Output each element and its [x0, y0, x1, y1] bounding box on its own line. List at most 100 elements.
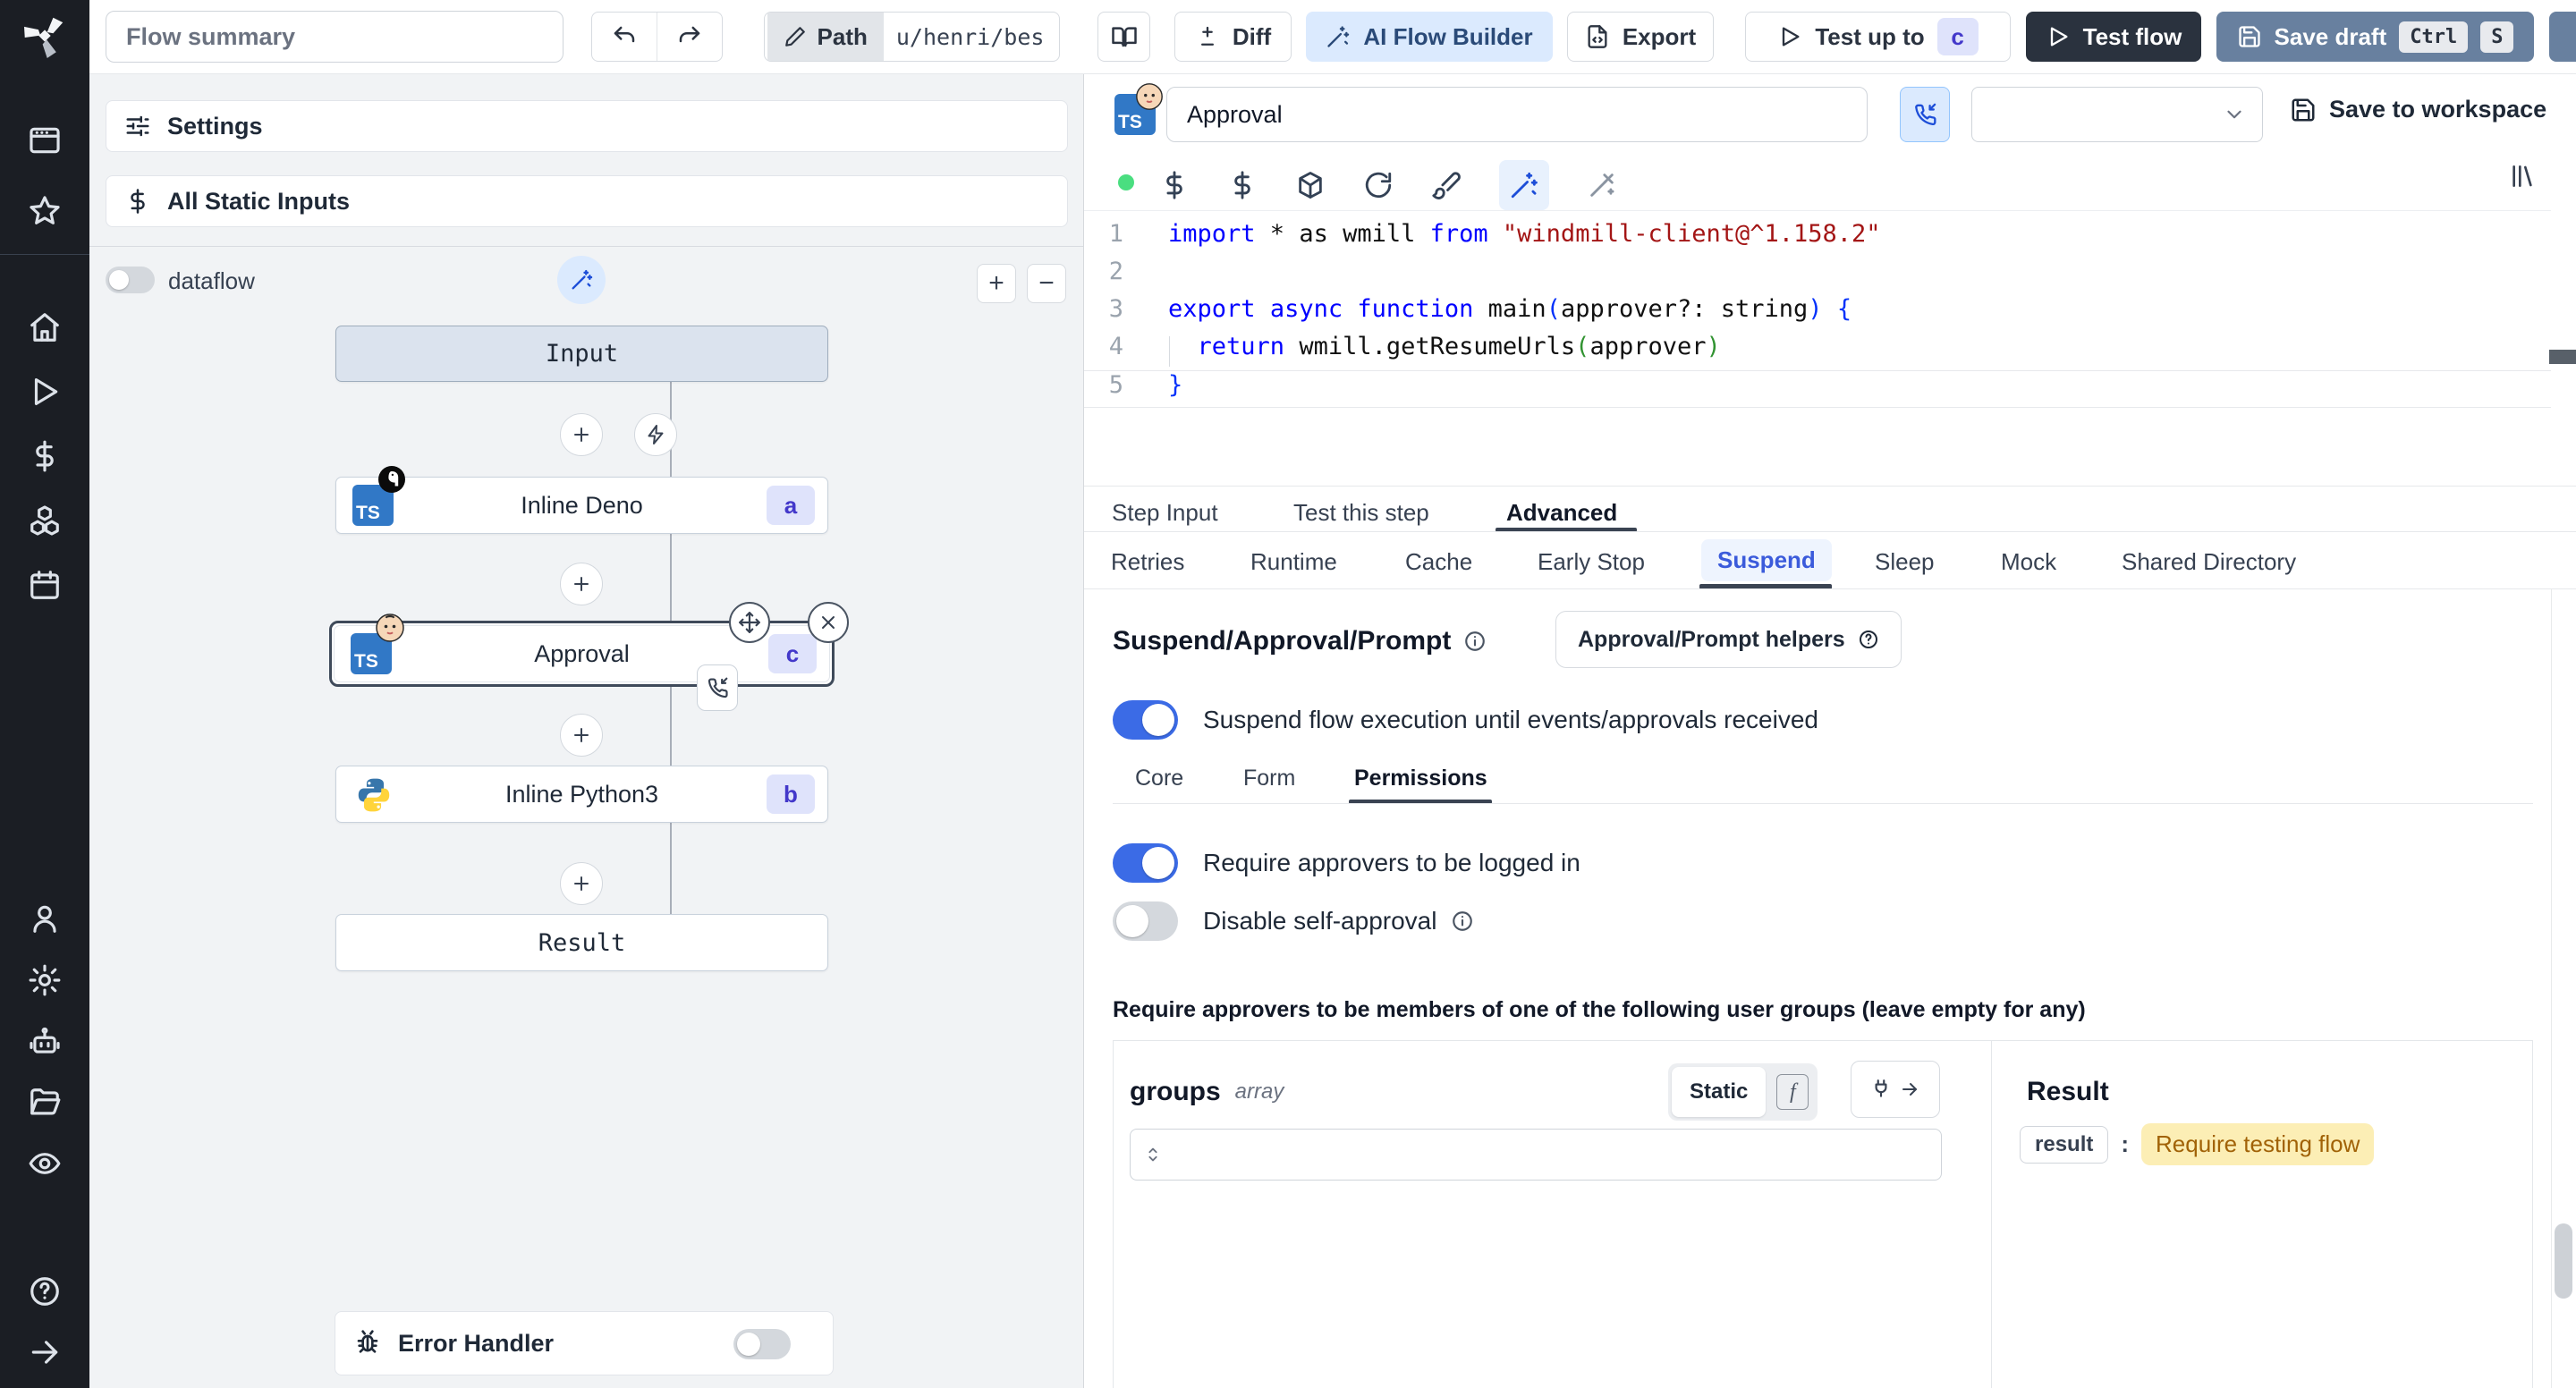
sidebar-item-folders[interactable] [0, 1078, 89, 1128]
phone-incoming-icon [1915, 103, 1936, 126]
tab-cache[interactable]: Cache [1405, 548, 1472, 576]
ai-gen-button[interactable] [1499, 160, 1549, 210]
docs-button[interactable] [1097, 12, 1150, 62]
tab-test-this-step[interactable]: Test this step [1293, 499, 1429, 527]
groups-result-box: groups array Static f Result result: Re… [1113, 1040, 2533, 1388]
sidebar-item-schedules[interactable] [0, 560, 89, 610]
deno-step-node[interactable]: TS Inline Deno a [335, 466, 828, 534]
format-brush-icon[interactable] [1431, 170, 1462, 200]
approval-step-node-selected[interactable]: TS Approval c [329, 602, 849, 711]
add-step-button-4[interactable] [560, 862, 603, 905]
sidebar-item-settings[interactable] [0, 955, 89, 1005]
app-window-icon [30, 127, 60, 154]
zoom-in-button[interactable]: + [977, 264, 1016, 303]
result-colon: : [2121, 1130, 2130, 1157]
reload-icon[interactable] [1363, 170, 1394, 200]
tab-form[interactable]: Form [1243, 766, 1295, 791]
dataflow-toggle[interactable] [106, 267, 155, 293]
undo-button[interactable] [592, 13, 657, 61]
result-key-chip[interactable]: result [2020, 1125, 2109, 1164]
diff-label: Diff [1232, 22, 1272, 50]
step-name-input[interactable] [1166, 87, 1868, 142]
windmill-logo[interactable] [0, 11, 89, 61]
groups-value-input[interactable] [1130, 1129, 1942, 1181]
fx-mode-button[interactable]: f [1771, 1067, 1814, 1117]
variables-icon[interactable] [1159, 170, 1190, 200]
path-button[interactable]: Path u/henri/bes [764, 12, 1060, 62]
sidebar-item-favorites[interactable] [0, 186, 89, 236]
require-login-toggle[interactable] [1113, 843, 1178, 883]
suspend-indicator-button[interactable] [1900, 87, 1950, 142]
wand-off-icon[interactable] [1587, 170, 1617, 200]
save-to-workspace-button[interactable]: Save to workspace [2290, 96, 2546, 123]
tabbar-divider [1084, 531, 2576, 532]
ai-graph-wand-button[interactable] [557, 256, 606, 304]
suspend-enable-toggle[interactable] [1113, 700, 1178, 740]
sidebar-item-variables[interactable] [0, 431, 89, 481]
error-handler-card[interactable]: Error Handler [335, 1311, 834, 1375]
python-step-id-badge: b [767, 774, 815, 814]
ai-flow-builder-button[interactable]: AI Flow Builder [1306, 12, 1553, 62]
typescript-icon: TS [1114, 83, 1163, 135]
python-step-node[interactable]: Inline Python3 b [335, 766, 828, 823]
tab-retries[interactable]: Retries [1111, 548, 1184, 576]
export-button[interactable]: Export [1567, 12, 1714, 62]
sidebar-item-audit-logs[interactable] [0, 1138, 89, 1189]
zoom-out-button[interactable]: − [1027, 264, 1066, 303]
wand-sparkles-icon [1327, 26, 1350, 47]
path-label: Path [817, 22, 868, 50]
sidebar-item-runs[interactable] [0, 367, 89, 417]
suspend-step-indicator[interactable] [697, 664, 738, 711]
move-step-handle[interactable] [729, 602, 770, 643]
test-up-to-button[interactable]: Test up to c [1745, 12, 2011, 62]
result-node[interactable]: Result [335, 914, 828, 971]
editor-scrollbar-thumb[interactable] [2549, 350, 2576, 364]
save-draft-button[interactable]: Save draft Ctrl S [2216, 12, 2534, 62]
script-version-select[interactable] [1971, 87, 2263, 142]
add-step-button-3[interactable] [560, 714, 603, 757]
eye-icon [29, 1153, 61, 1174]
robot-icon [30, 1027, 60, 1054]
sidebar-item-users[interactable] [0, 893, 89, 944]
close-icon [822, 616, 835, 629]
sidebar-item-resources[interactable] [0, 495, 89, 546]
tab-early-stop[interactable]: Early Stop [1538, 548, 1645, 576]
input-node[interactable]: Input [335, 326, 828, 382]
tab-core[interactable]: Core [1135, 766, 1183, 791]
tab-suspend[interactable]: Suspend [1701, 539, 1832, 581]
tab-runtime[interactable]: Runtime [1250, 548, 1337, 576]
tab-permissions[interactable]: Permissions [1354, 766, 1487, 791]
diff-button[interactable]: Diff [1174, 12, 1292, 62]
scrollbar-thumb[interactable] [2555, 1223, 2572, 1299]
tab-advanced[interactable]: Advanced [1506, 499, 1617, 527]
tab-shared-directory[interactable]: Shared Directory [2122, 548, 2296, 576]
flow-settings-button[interactable]: Settings [106, 100, 1068, 152]
test-flow-button[interactable]: Test flow [2026, 12, 2201, 62]
overflow-button-partial[interactable] [2549, 12, 2576, 62]
tab-sleep[interactable]: Sleep [1875, 548, 1935, 576]
line-number: 1 [1108, 220, 1123, 248]
static-mode-button[interactable]: Static [1672, 1067, 1767, 1117]
sidebar-item-apps[interactable] [0, 115, 89, 165]
sidebar-expand-button[interactable] [0, 1327, 89, 1377]
library-icon[interactable] [2508, 162, 2537, 190]
all-static-inputs-button[interactable]: All Static Inputs [106, 175, 1068, 227]
add-step-button-1[interactable] [560, 413, 603, 456]
tab-step-input[interactable]: Step Input [1112, 499, 1218, 527]
flow-summary-input[interactable] [106, 11, 564, 63]
redo-button[interactable] [657, 13, 723, 61]
sidebar-item-home[interactable] [0, 302, 89, 352]
resources-icon[interactable] [1227, 170, 1258, 200]
package-icon[interactable] [1295, 170, 1326, 200]
add-step-button-2[interactable] [560, 563, 603, 605]
disable-self-approval-toggle[interactable] [1113, 901, 1178, 941]
add-trigger-button[interactable] [634, 413, 677, 456]
connect-input-button[interactable] [1851, 1061, 1940, 1118]
approval-prompt-helpers-button[interactable]: Approval/Prompt helpers [1555, 611, 1902, 668]
code-line-3: export async function main(approver?: st… [1168, 295, 1852, 323]
delete-step-button[interactable] [808, 602, 849, 643]
tab-mock[interactable]: Mock [2001, 548, 2056, 576]
error-handler-toggle[interactable] [733, 1329, 791, 1359]
sidebar-item-help[interactable] [0, 1266, 89, 1316]
sidebar-item-workers[interactable] [0, 1017, 89, 1067]
